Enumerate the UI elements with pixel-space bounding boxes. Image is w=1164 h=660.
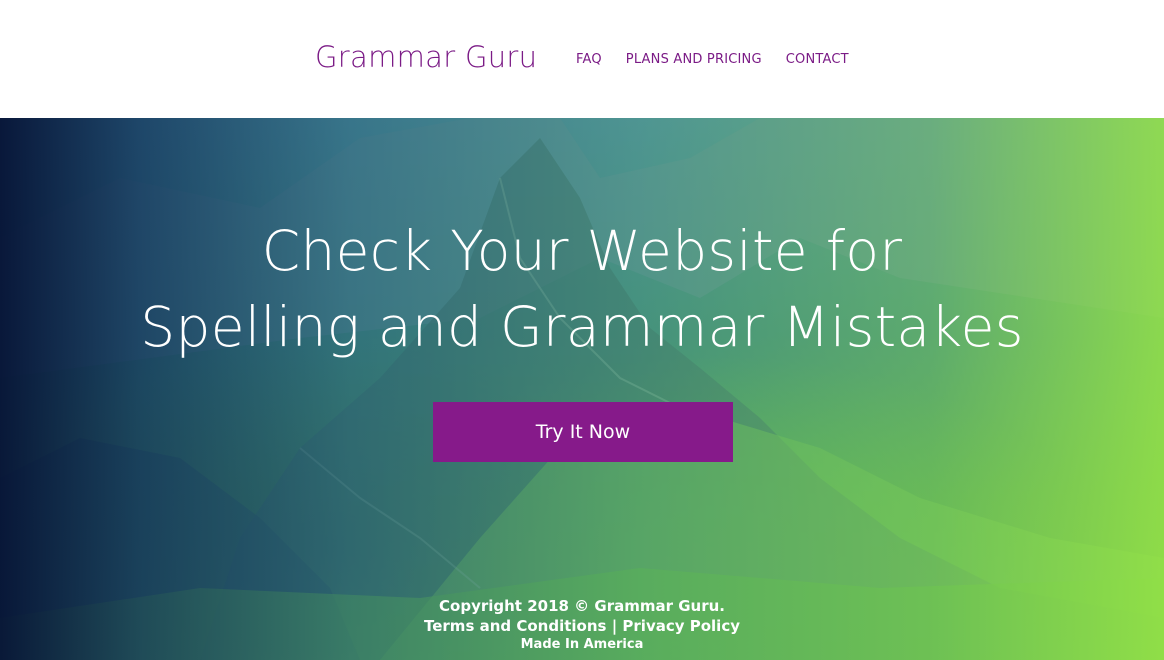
hero-headline-line-2: Spelling and Grammar Mistakes: [140, 295, 1024, 359]
hero-headline-line-1: Check Your Website for: [261, 219, 903, 283]
copyright-text: Copyright 2018 © Grammar Guru.: [439, 597, 725, 615]
hero-section: Check Your Website for Spelling and Gram…: [0, 118, 1164, 660]
main-nav: FAQ PLANS AND PRICING CONTACT: [576, 52, 849, 67]
footer-link-separator: |: [611, 617, 618, 635]
privacy-policy-link[interactable]: Privacy Policy: [622, 617, 740, 635]
made-in-text: Made In America: [520, 637, 644, 652]
hero-gradient-overlay: [0, 118, 1164, 660]
terms-and-conditions-link[interactable]: Terms and Conditions: [424, 617, 606, 635]
nav-link-faq[interactable]: FAQ: [576, 52, 602, 67]
site-footer: Copyright 2018 © Grammar Guru. Terms and…: [0, 596, 1164, 654]
brand-logo-link[interactable]: Grammar Guru: [315, 40, 537, 74]
footer-links: Terms and Conditions | Privacy Policy: [0, 616, 1164, 636]
site-header: Grammar Guru FAQ PLANS AND PRICING CONTA…: [0, 0, 1164, 118]
hero-headline: Check Your Website for Spelling and Gram…: [0, 213, 1164, 365]
try-it-now-button[interactable]: Try It Now: [433, 402, 733, 462]
nav-link-contact[interactable]: CONTACT: [786, 52, 849, 67]
nav-link-plans-and-pricing[interactable]: PLANS AND PRICING: [626, 52, 762, 67]
